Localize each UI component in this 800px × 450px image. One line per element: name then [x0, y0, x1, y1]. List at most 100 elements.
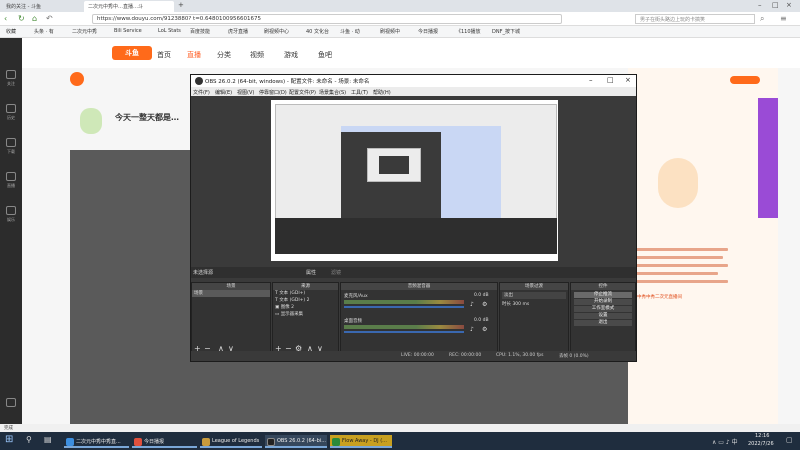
- clock-time[interactable]: 12:16: [755, 433, 769, 439]
- taskbar-item[interactable]: 今日播报: [132, 435, 197, 448]
- stop-streaming-button[interactable]: 停止推流: [574, 292, 632, 298]
- taskbar-label: 二次元中秀中秀直...: [76, 439, 121, 445]
- search-icon[interactable]: ⌕: [760, 14, 764, 24]
- gear-icon[interactable]: ⚙: [482, 326, 487, 333]
- source-item[interactable]: ▭ 显示器采集: [273, 311, 338, 318]
- nav-category[interactable]: 分类: [217, 50, 231, 60]
- menu-docks[interactable]: 停靠窗口(D): [259, 89, 287, 96]
- scene-item[interactable]: 场景: [192, 290, 270, 297]
- bookmark[interactable]: 斗鱼 · 动: [340, 28, 360, 35]
- address-bar[interactable]: https://www.douyu.com/9123880? t=0.64801…: [92, 14, 562, 24]
- nav-game[interactable]: 游戏: [284, 50, 298, 60]
- tray-icons[interactable]: ∧ ▭ ♪ 中: [712, 437, 738, 446]
- task-view-icon[interactable]: ▤: [44, 435, 52, 444]
- properties-button[interactable]: 属性: [306, 269, 316, 276]
- back-icon[interactable]: ‹: [4, 14, 7, 23]
- volume-slider[interactable]: [344, 306, 464, 308]
- menu-tools[interactable]: 工具(T): [351, 89, 368, 96]
- gear-icon[interactable]: ⚙: [482, 301, 487, 308]
- speaker-icon[interactable]: ♪: [470, 301, 474, 308]
- live-icon[interactable]: [6, 172, 16, 181]
- bookmark[interactable]: 收藏: [6, 28, 16, 35]
- volume-slider[interactable]: [344, 331, 464, 333]
- settings-button[interactable]: 设置: [574, 313, 632, 319]
- nav-video[interactable]: 视频: [250, 50, 264, 60]
- nav-home[interactable]: 首页: [157, 50, 171, 60]
- follow-icon[interactable]: [6, 70, 16, 79]
- bookmark[interactable]: 刷视频中心: [264, 28, 289, 35]
- tab-live-room[interactable]: 二次元中秀中…直播…斗: [84, 1, 174, 12]
- search-input[interactable]: 男子在街头路边上玩的卡搞笑: [635, 14, 755, 24]
- bookmark[interactable]: 百度技能: [190, 28, 210, 35]
- source-item[interactable]: T 文本 (GDI+): [273, 290, 338, 297]
- nav-live[interactable]: 直播: [187, 50, 201, 60]
- maximize-icon[interactable]: □: [772, 1, 779, 9]
- douyu-logo[interactable]: 斗鱼: [112, 46, 152, 60]
- menu-scene-collection[interactable]: 场景集合(S): [319, 89, 346, 96]
- menu-help[interactable]: 帮助(H): [373, 89, 391, 96]
- bookmark[interactable]: 40 文化台: [306, 28, 329, 35]
- history-icon[interactable]: [6, 104, 16, 113]
- minimize-icon[interactable]: –: [758, 1, 762, 9]
- studio-mode-button[interactable]: 工作室模式: [574, 306, 632, 312]
- source-item[interactable]: ▣ 图像 2: [273, 304, 338, 311]
- taskbar-item[interactable]: Flow Away - DJ (...: [330, 435, 392, 448]
- bookmark[interactable]: 二次元中秀: [72, 28, 97, 35]
- tab-my-follow[interactable]: 我的关注 - 斗鱼: [2, 1, 82, 12]
- close-icon[interactable]: ×: [786, 1, 792, 9]
- transition-select[interactable]: 淡出: [502, 292, 566, 299]
- nav-fishbar[interactable]: 鱼吧: [318, 50, 332, 60]
- notification-icon[interactable]: ▢: [786, 436, 793, 444]
- bookmark[interactable]: Bili Service: [114, 28, 142, 34]
- controls-dock: 控件 停止推流 开始录制 工作室模式 设置 退出: [570, 282, 636, 356]
- volume-meter: [344, 300, 464, 304]
- bookmark[interactable]: LoL Stats: [158, 28, 181, 34]
- filters-button[interactable]: 滤镜: [331, 269, 341, 276]
- bookmark[interactable]: 虎牙直播: [228, 28, 248, 35]
- promo-banner[interactable]: [758, 98, 778, 218]
- volume-meter: [344, 325, 464, 329]
- undo-icon[interactable]: ↶: [46, 14, 53, 23]
- obs-maximize-icon[interactable]: □: [607, 76, 614, 84]
- menu-edit[interactable]: 编辑(E): [215, 89, 232, 96]
- music-icon: [332, 438, 340, 446]
- menu-view[interactable]: 视图(V): [237, 89, 254, 96]
- scenes-dock: 场景 场景 + − ∧ ∨: [191, 282, 271, 356]
- streamer-avatar[interactable]: [80, 108, 102, 134]
- pc-client-button[interactable]: [730, 76, 760, 84]
- obs-minimize-icon[interactable]: –: [589, 76, 593, 84]
- menu-profile[interactable]: 配置文件(P): [289, 89, 316, 96]
- settings-icon[interactable]: [6, 398, 16, 407]
- taskbar-label: League of Legends: [212, 438, 260, 444]
- refresh-icon[interactable]: ↻: [18, 14, 25, 23]
- bookmark[interactable]: 刷视频中: [380, 28, 400, 35]
- start-recording-button[interactable]: 开始录制: [574, 299, 632, 305]
- bookmark[interactable]: 《110播放: [456, 28, 481, 35]
- source-item[interactable]: T 文本 (GDI+) 2: [273, 297, 338, 304]
- clock-date[interactable]: 2022/7/26: [748, 441, 774, 447]
- download-icon[interactable]: [6, 138, 16, 147]
- audio-mixer-dock: 音频混音器 麦克风/Aux 0.0 dB ♪ ⚙ 桌面音频 0.0 dB ♪ ⚙: [340, 282, 498, 356]
- menu-file[interactable]: 文件(F): [193, 89, 210, 96]
- bookmark[interactable]: 头条 · 有: [34, 28, 54, 35]
- windows-start-icon[interactable]: ⊞: [5, 434, 13, 445]
- duration-input[interactable]: 300 ms: [512, 302, 529, 307]
- fun-icon[interactable]: [6, 206, 16, 215]
- bookmark[interactable]: 今日播报: [418, 28, 438, 35]
- taskbar-item[interactable]: 二次元中秀中秀直...: [64, 435, 129, 448]
- home-icon[interactable]: ⌂: [32, 14, 37, 23]
- search-icon[interactable]: ⚲: [26, 435, 32, 444]
- new-tab-icon[interactable]: +: [178, 1, 184, 9]
- bookmark[interactable]: DNF_按下城: [492, 28, 520, 35]
- badge-icon: [70, 72, 84, 86]
- bookmarks-bar: 收藏 头条 · 有 二次元中秀 Bili Service LoL Stats 百…: [0, 26, 800, 38]
- obs-preview[interactable]: [271, 100, 558, 261]
- taskbar-item[interactable]: OBS 26.0.2 (64-bi...: [265, 435, 327, 448]
- menu-icon[interactable]: ≡: [780, 14, 787, 23]
- obs-close-icon[interactable]: ×: [625, 76, 631, 84]
- source-label: 文本 (GDI+) 2: [279, 298, 310, 303]
- exit-button[interactable]: 退出: [574, 320, 632, 326]
- speaker-icon[interactable]: ♪: [470, 326, 474, 333]
- taskbar-item[interactable]: League of Legends: [200, 435, 262, 448]
- mixer-header: 音频混音器: [341, 283, 497, 290]
